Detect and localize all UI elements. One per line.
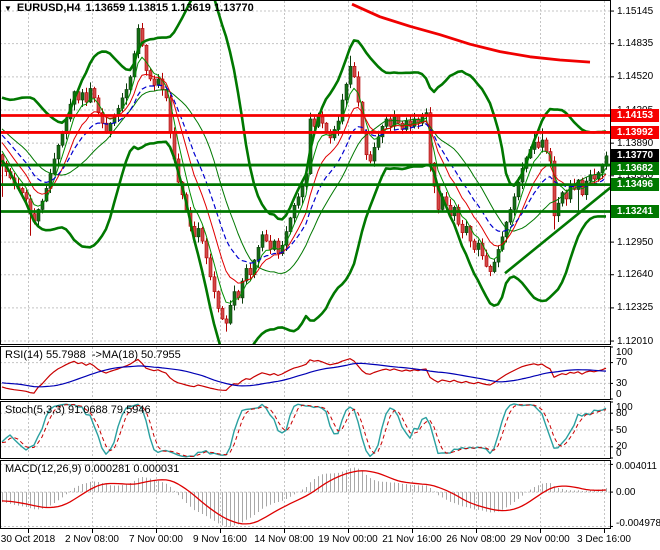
- indicator-axis-label: 100: [616, 347, 660, 358]
- time-axis-label: 19 Nov 00:00: [318, 534, 378, 545]
- indicator-axis-label: 0.00: [616, 487, 660, 498]
- time-axis-label: 14 Nov 08:00: [254, 534, 314, 545]
- current-price-label[interactable]: 1.13770: [611, 149, 659, 162]
- macd-indicator-label: MACD(12,26,9) 0.000281 0.000031: [5, 463, 179, 475]
- indicator-axis-label: -0.004978: [616, 518, 660, 529]
- chart-title: ▼ EURUSD,H4 1.13659 1.13815 1.13619 1.13…: [4, 2, 254, 14]
- price-axis-label: 1.12950: [617, 236, 660, 249]
- indicator-axis-label: 30: [616, 378, 660, 389]
- time-axis-label: 29 Nov 00:00: [510, 534, 570, 545]
- indicator-axis-label: 70: [616, 357, 660, 368]
- time-axis-label: 7 Nov 00:00: [129, 534, 183, 545]
- trading-chart-window: ▼ EURUSD,H4 1.13659 1.13815 1.13619 1.13…: [0, 0, 660, 550]
- symbol-period-label: EURUSD,H4: [17, 2, 81, 14]
- indicator-axis-label: 50: [616, 425, 660, 436]
- time-axis-label: 21 Nov 16:00: [382, 534, 442, 545]
- indicator-axis-label: 0: [616, 389, 660, 400]
- time-axis-label: 30 Oct 2018: [1, 534, 55, 545]
- time-axis-label: 26 Nov 08:00: [446, 534, 506, 545]
- resistance-level-label[interactable]: 1.14153: [611, 109, 659, 122]
- stoch-indicator-label: Stoch(5,3,3) 91.0688 79.5946: [5, 404, 151, 416]
- price-axis-label: 1.15145: [617, 5, 660, 18]
- symbol-dropdown-icon[interactable]: ▼: [4, 3, 12, 14]
- time-axis-label: 2 Nov 08:00: [65, 534, 119, 545]
- indicator-axis-label: 0.004011: [616, 461, 660, 472]
- ohlc-readout: 1.13659 1.13815 1.13619 1.13770: [86, 2, 254, 14]
- rsi-indicator-label: RSI(14) 55.7988 ->MA(18) 50.7955: [5, 349, 181, 361]
- resistance-level-label[interactable]: 1.13992: [611, 126, 659, 139]
- main-price-panel: [0, 0, 612, 375]
- indicator-axis-label: 80: [616, 408, 660, 419]
- price-axis-label: 1.12325: [617, 301, 660, 314]
- support-level-label[interactable]: 1.13682: [611, 162, 659, 175]
- support-level-label[interactable]: 1.13241: [611, 205, 659, 218]
- support-level-label[interactable]: 1.13496: [611, 178, 659, 191]
- indicator-axis-label: 0: [616, 448, 660, 459]
- price-axis-label: 1.14520: [617, 70, 660, 83]
- price-axis-label: 1.14835: [617, 37, 660, 50]
- time-axis-label: 3 Dec 16:00: [577, 534, 631, 545]
- price-axis-label: 1.12640: [617, 268, 660, 281]
- time-axis-label: 9 Nov 16:00: [193, 534, 247, 545]
